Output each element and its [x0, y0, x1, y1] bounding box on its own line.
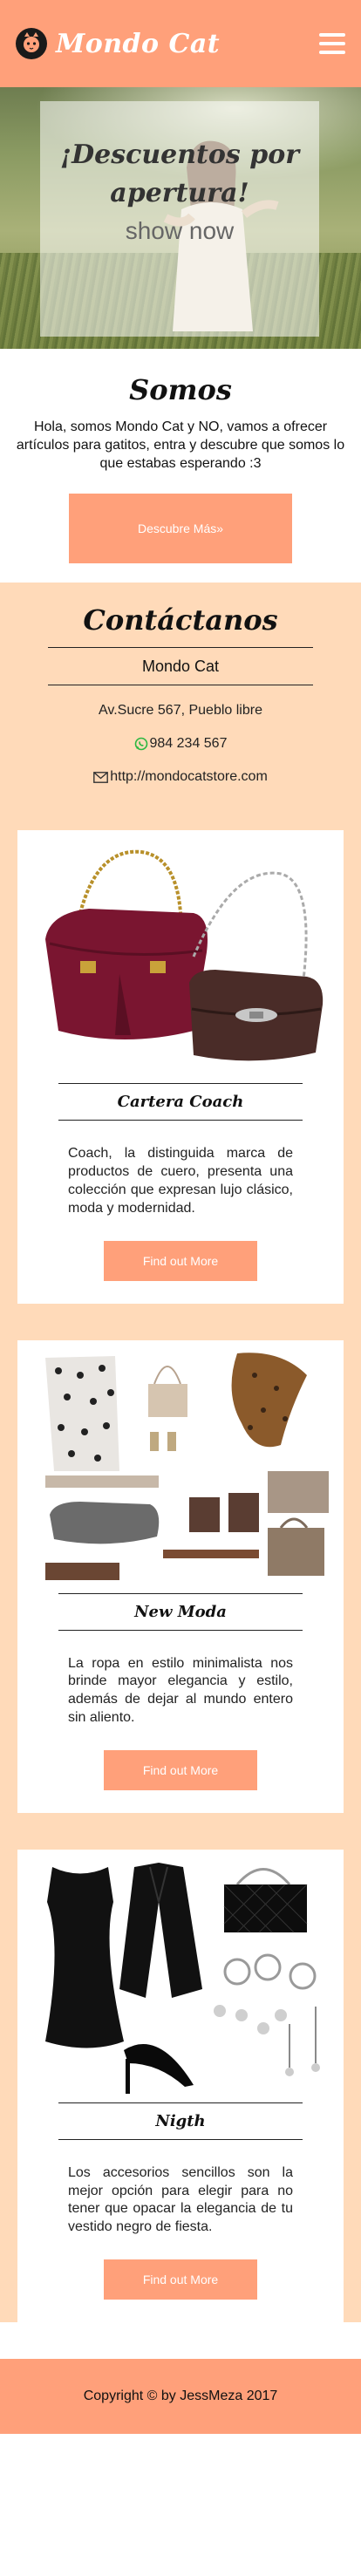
about-text: Hola, somos Mondo Cat y NO, vamos a ofre…	[16, 419, 345, 471]
hero-banner: ¡Descuentos por apertura! show now	[0, 87, 361, 349]
product-title: Cartera Coach	[117, 1093, 244, 1112]
envelope-icon	[93, 771, 109, 783]
product-title: Nigth	[155, 2111, 206, 2130]
discover-more-button[interactable]: Descubre Más»	[69, 494, 292, 564]
product-card: Cartera Coach Coach, la distinguida marc…	[17, 830, 344, 1304]
contact-phone[interactable]: 984 234 567	[0, 736, 361, 752]
hero-title: ¡Descuentos por apertura!	[59, 140, 300, 208]
contact-address: Av.Sucre 567, Pueblo libre	[99, 703, 262, 719]
contact-heading: Contáctanos	[83, 603, 278, 637]
about-section: Somos Hola, somos Mondo Cat y NO, vamos …	[0, 349, 361, 583]
copyright-text: Copyright © by JessMeza 2017	[83, 2388, 278, 2403]
find-out-more-button[interactable]: Find out More	[104, 2259, 257, 2300]
brand-link[interactable]: Mondo Cat	[16, 28, 220, 59]
fashion-collage-image	[28, 1340, 333, 1593]
product-card: Nigth Los accesorios sencillos son la me…	[17, 1849, 344, 2322]
product-card: New Moda La ropa en estilo minimalista n…	[17, 1339, 344, 1813]
hero-overlay: ¡Descuentos por apertura! show now	[40, 101, 319, 337]
contact-name: Mondo Cat	[141, 658, 220, 676]
product-title: New Moda	[134, 1602, 227, 1621]
find-out-more-button[interactable]: Find out More	[104, 1749, 257, 1790]
cat-logo-icon	[16, 28, 47, 59]
footer: Copyright © by JessMeza 2017	[0, 2358, 361, 2434]
contact-website[interactable]: http://mondocatstore.com	[0, 769, 361, 785]
product-description: Los accesorios sencillos son la mejor op…	[68, 2164, 293, 2235]
product-description: Coach, la distinguida marca de productos…	[68, 1146, 293, 1216]
night-accessories-image	[28, 1850, 333, 2102]
show-now-link[interactable]: show now	[126, 217, 235, 245]
brand-name: Mondo Cat	[56, 28, 221, 59]
about-heading: Somos	[129, 373, 232, 406]
contact-section: Contáctanos Mondo Cat Av.Sucre 567, Pueb…	[0, 583, 361, 817]
product-description: La ropa en estilo minimalista nos brinde…	[68, 1655, 293, 1725]
products-section: Cartera Coach Coach, la distinguida marc…	[0, 816, 361, 2322]
whatsapp-icon	[134, 738, 147, 751]
find-out-more-button[interactable]: Find out More	[104, 1240, 257, 1281]
navbar: Mondo Cat	[0, 0, 361, 87]
hamburger-menu-icon[interactable]	[319, 33, 345, 54]
coach-bags-image	[28, 830, 333, 1083]
